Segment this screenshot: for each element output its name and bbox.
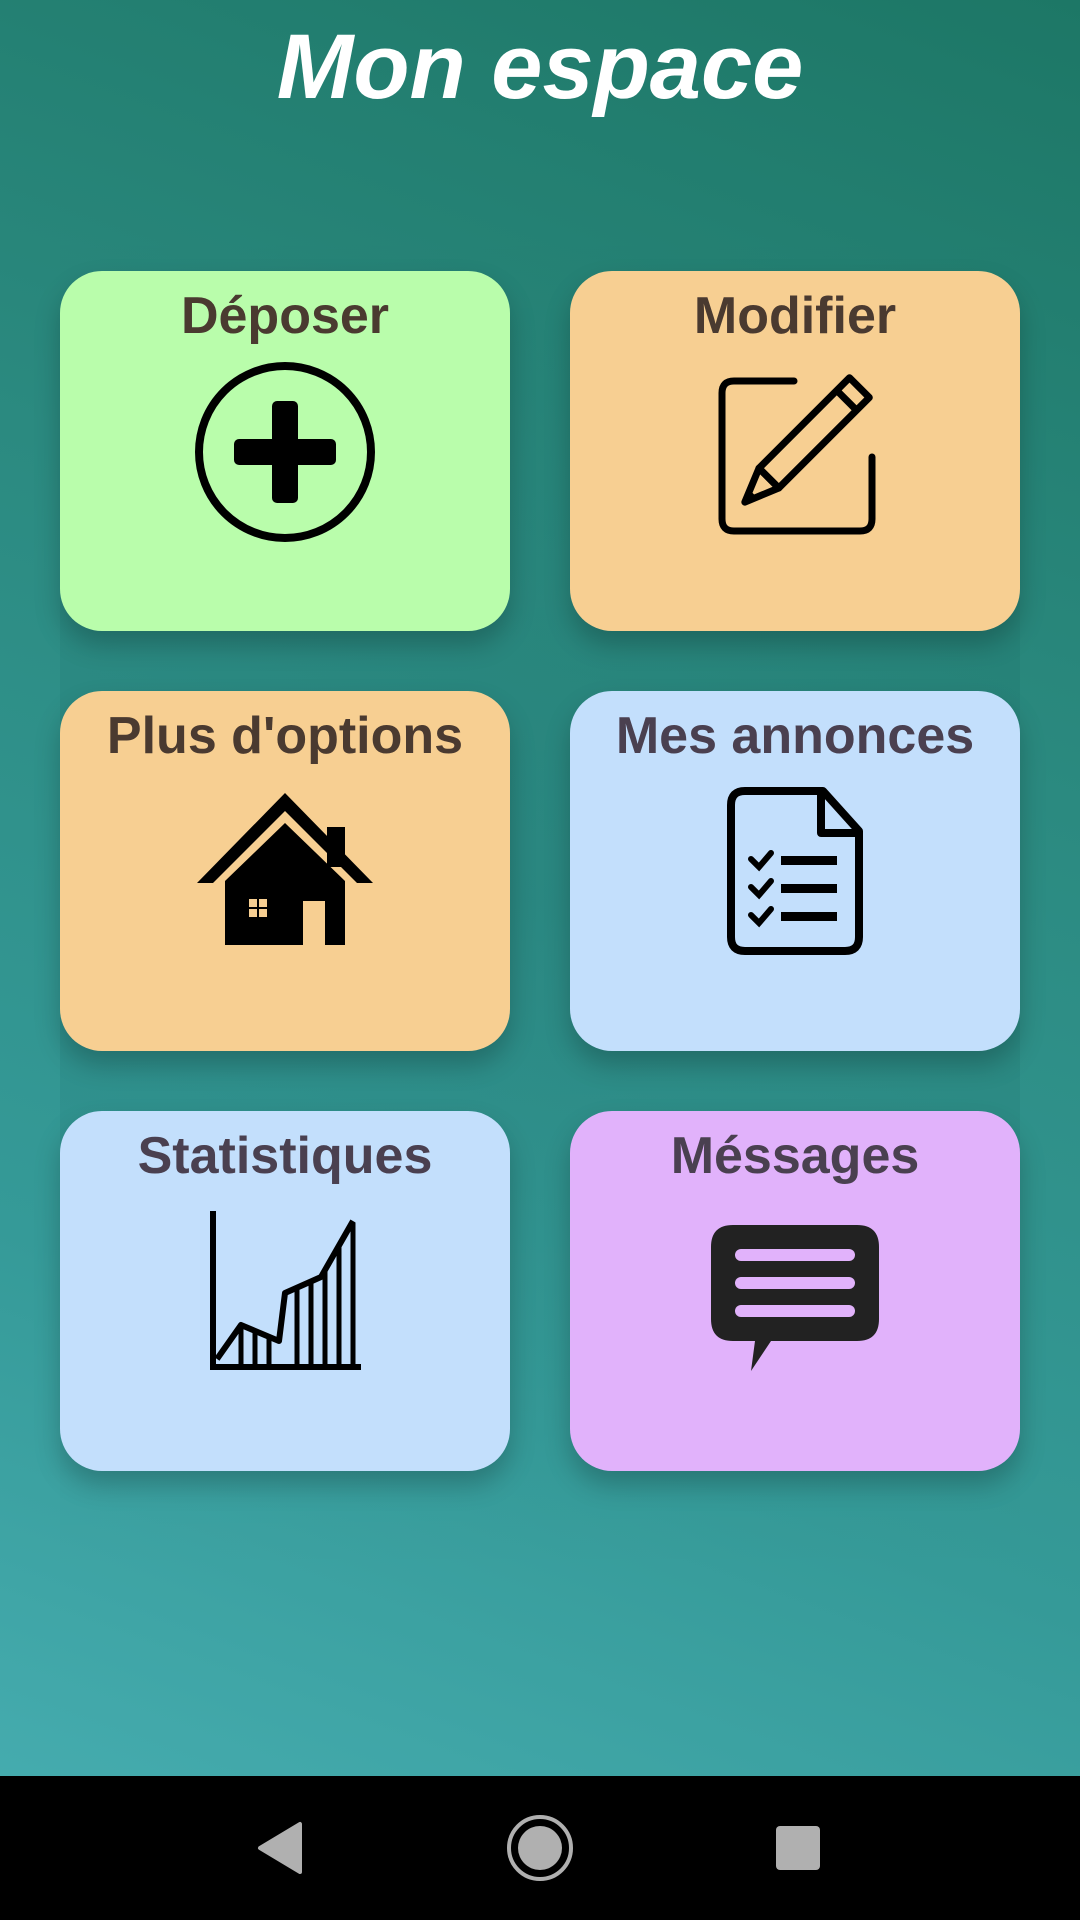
page-title: Mon espace <box>276 16 804 118</box>
house-icon <box>195 791 375 952</box>
recents-square-icon <box>776 1826 820 1870</box>
tile-messages[interactable]: Méssages <box>570 1111 1020 1471</box>
system-navigation-bar <box>0 1776 1080 1920</box>
tile-label: Mes annonces <box>615 707 975 765</box>
tile-mes-annonces[interactable]: Mes annonces <box>570 691 1020 1051</box>
tile-deposer[interactable]: Déposer <box>60 271 510 631</box>
edit-pencil-icon <box>702 359 888 550</box>
tile-label: Statistiques <box>137 1127 433 1185</box>
bar-line-chart-icon <box>205 1209 365 1378</box>
tile-label: Déposer <box>180 287 390 345</box>
tile-modifier[interactable]: Modifier <box>570 271 1020 631</box>
tile-label: Plus d'options <box>106 707 464 765</box>
screen: Mon espace Déposer Modifier Plus d'optio… <box>0 0 1080 1920</box>
tile-plus-options[interactable]: Plus d'options <box>60 691 510 1051</box>
chat-bubble-icon <box>709 1223 881 1378</box>
back-triangle-icon <box>258 1822 302 1874</box>
plus-circle-icon <box>192 359 378 550</box>
tile-label: Méssages <box>670 1127 920 1185</box>
home-circle-icon <box>507 1815 573 1881</box>
tile-statistiques[interactable]: Statistiques <box>60 1111 510 1471</box>
nav-recents-button[interactable] <box>728 1776 868 1920</box>
nav-home-button[interactable] <box>470 1776 610 1920</box>
checklist-document-icon <box>727 787 863 960</box>
nav-back-button[interactable] <box>210 1776 350 1920</box>
tile-label: Modifier <box>693 287 897 345</box>
